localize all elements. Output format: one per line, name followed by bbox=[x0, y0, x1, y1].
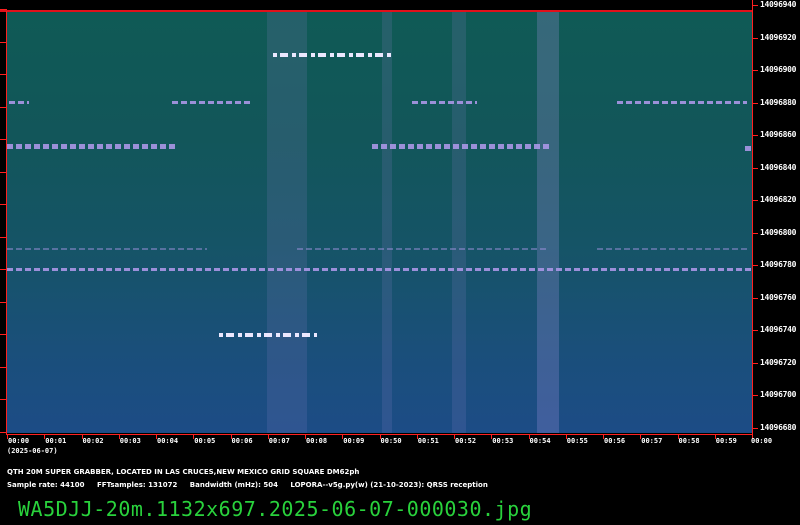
left-tick bbox=[0, 204, 7, 205]
frequency-label: 14096760 bbox=[760, 292, 797, 302]
top-border-line bbox=[0, 10, 752, 12]
left-tick bbox=[0, 139, 7, 140]
time-label: 00:08 bbox=[306, 437, 328, 445]
signal-trace bbox=[7, 248, 207, 250]
signal-burst bbox=[273, 53, 393, 57]
left-tick bbox=[0, 9, 7, 10]
left-tick bbox=[0, 41, 7, 43]
signal-trace bbox=[9, 101, 29, 104]
frequency-tick bbox=[752, 330, 758, 331]
frequency-label: 14096940 bbox=[760, 0, 797, 9]
bandwidth-text: Bandwidth (mHz): 504 bbox=[189, 481, 278, 489]
signal-trace bbox=[172, 101, 252, 104]
signal-trace bbox=[372, 144, 552, 149]
time-label: 00:58 bbox=[678, 437, 700, 445]
spectrogram-waterfall bbox=[7, 11, 752, 433]
time-label: 00:00 bbox=[751, 437, 773, 445]
time-label: 00:52 bbox=[455, 437, 477, 445]
time-label: 00:50 bbox=[380, 437, 402, 445]
grabber-frame: 14096940 14096920 14096900 14096880 14096860… bbox=[0, 0, 800, 525]
time-label: 00:09 bbox=[343, 437, 365, 445]
left-tick bbox=[0, 301, 7, 303]
left-tick bbox=[0, 431, 7, 433]
time-label: 00:57 bbox=[641, 437, 663, 445]
left-tick bbox=[0, 399, 7, 400]
frequency-tick bbox=[752, 232, 758, 234]
left-tick bbox=[0, 74, 7, 75]
frequency-label: 14096900 bbox=[760, 65, 797, 74]
frequency-label: 14096740 bbox=[760, 325, 797, 334]
signal-trace bbox=[7, 144, 177, 149]
sample-rate-text: Sample rate: 44100 bbox=[7, 481, 85, 489]
left-tick bbox=[0, 334, 7, 335]
frequency-label: 14096720 bbox=[760, 357, 797, 367]
qth-info-text: QTH 20M SUPER GRABBER, LOCATED IN LAS CR… bbox=[7, 468, 360, 476]
time-label: 00:59 bbox=[715, 437, 737, 445]
frequency-tick bbox=[752, 200, 758, 201]
time-label: 00:01 bbox=[45, 437, 67, 445]
software-text: LOPORA--v5g.py(w) (21-10-2023): QRSS rec… bbox=[290, 481, 488, 489]
frequency-tick bbox=[752, 265, 758, 266]
frequency-tick bbox=[752, 297, 758, 299]
time-label: 00:06 bbox=[231, 437, 253, 445]
frequency-axis-line bbox=[752, 0, 753, 435]
frequency-label: 14096880 bbox=[760, 97, 797, 107]
left-tick bbox=[0, 236, 7, 238]
left-tick bbox=[0, 106, 7, 108]
frequency-tick bbox=[752, 135, 758, 136]
frequency-label: 14096800 bbox=[760, 227, 797, 237]
frequency-label: 14096680 bbox=[760, 422, 797, 432]
signal-trace bbox=[617, 101, 747, 104]
left-tick bbox=[0, 366, 7, 368]
frequency-tick bbox=[752, 362, 758, 364]
frequency-tick bbox=[752, 37, 758, 39]
frequency-label: 14096860 bbox=[760, 130, 797, 139]
fft-samples-text: FFTsamples: 131072 bbox=[96, 481, 178, 489]
frequency-tick bbox=[752, 5, 758, 6]
time-label: 00:05 bbox=[194, 437, 216, 445]
time-label: 00:54 bbox=[529, 437, 551, 445]
noise-stripe bbox=[267, 11, 307, 433]
signal-trace bbox=[597, 248, 747, 250]
frequency-tick bbox=[752, 427, 758, 429]
signal-trace bbox=[745, 146, 752, 151]
signal-burst bbox=[219, 333, 317, 337]
settings-info-line: Sample rate: 44100 FFTsamples: 131072 Ba… bbox=[7, 481, 498, 489]
time-label: 00:51 bbox=[417, 437, 439, 445]
time-label: 00:56 bbox=[604, 437, 626, 445]
frequency-label: 14096820 bbox=[760, 195, 797, 204]
frequency-tick bbox=[752, 102, 758, 104]
frequency-tick bbox=[752, 70, 758, 71]
time-label: 00:03 bbox=[119, 437, 141, 445]
time-label: 00:07 bbox=[268, 437, 290, 445]
time-label: 00:00 bbox=[8, 437, 30, 445]
frequency-tick bbox=[752, 167, 758, 169]
noise-stripe bbox=[452, 11, 466, 433]
signal-trace bbox=[297, 248, 547, 250]
time-label: 00:04 bbox=[157, 437, 179, 445]
frequency-label: 14096780 bbox=[760, 260, 797, 269]
noise-stripe bbox=[382, 11, 392, 433]
left-tick bbox=[0, 171, 7, 173]
signal-trace bbox=[7, 268, 752, 271]
date-label: (2025-06-07) bbox=[7, 447, 58, 455]
frequency-tick bbox=[752, 395, 758, 396]
signal-trace bbox=[412, 101, 477, 104]
frequency-label: 14096920 bbox=[760, 32, 797, 42]
frequency-label: 14096700 bbox=[760, 390, 797, 399]
time-label: 00:55 bbox=[566, 437, 588, 445]
filename-caption: WA5DJJ-20m.1132x697.2025-06-07-000030.jp… bbox=[18, 497, 533, 521]
left-tick bbox=[0, 269, 7, 270]
noise-stripe bbox=[537, 11, 559, 433]
time-label: 00:53 bbox=[492, 437, 514, 445]
frequency-label: 14096840 bbox=[760, 162, 797, 172]
time-label: 00:02 bbox=[82, 437, 104, 445]
